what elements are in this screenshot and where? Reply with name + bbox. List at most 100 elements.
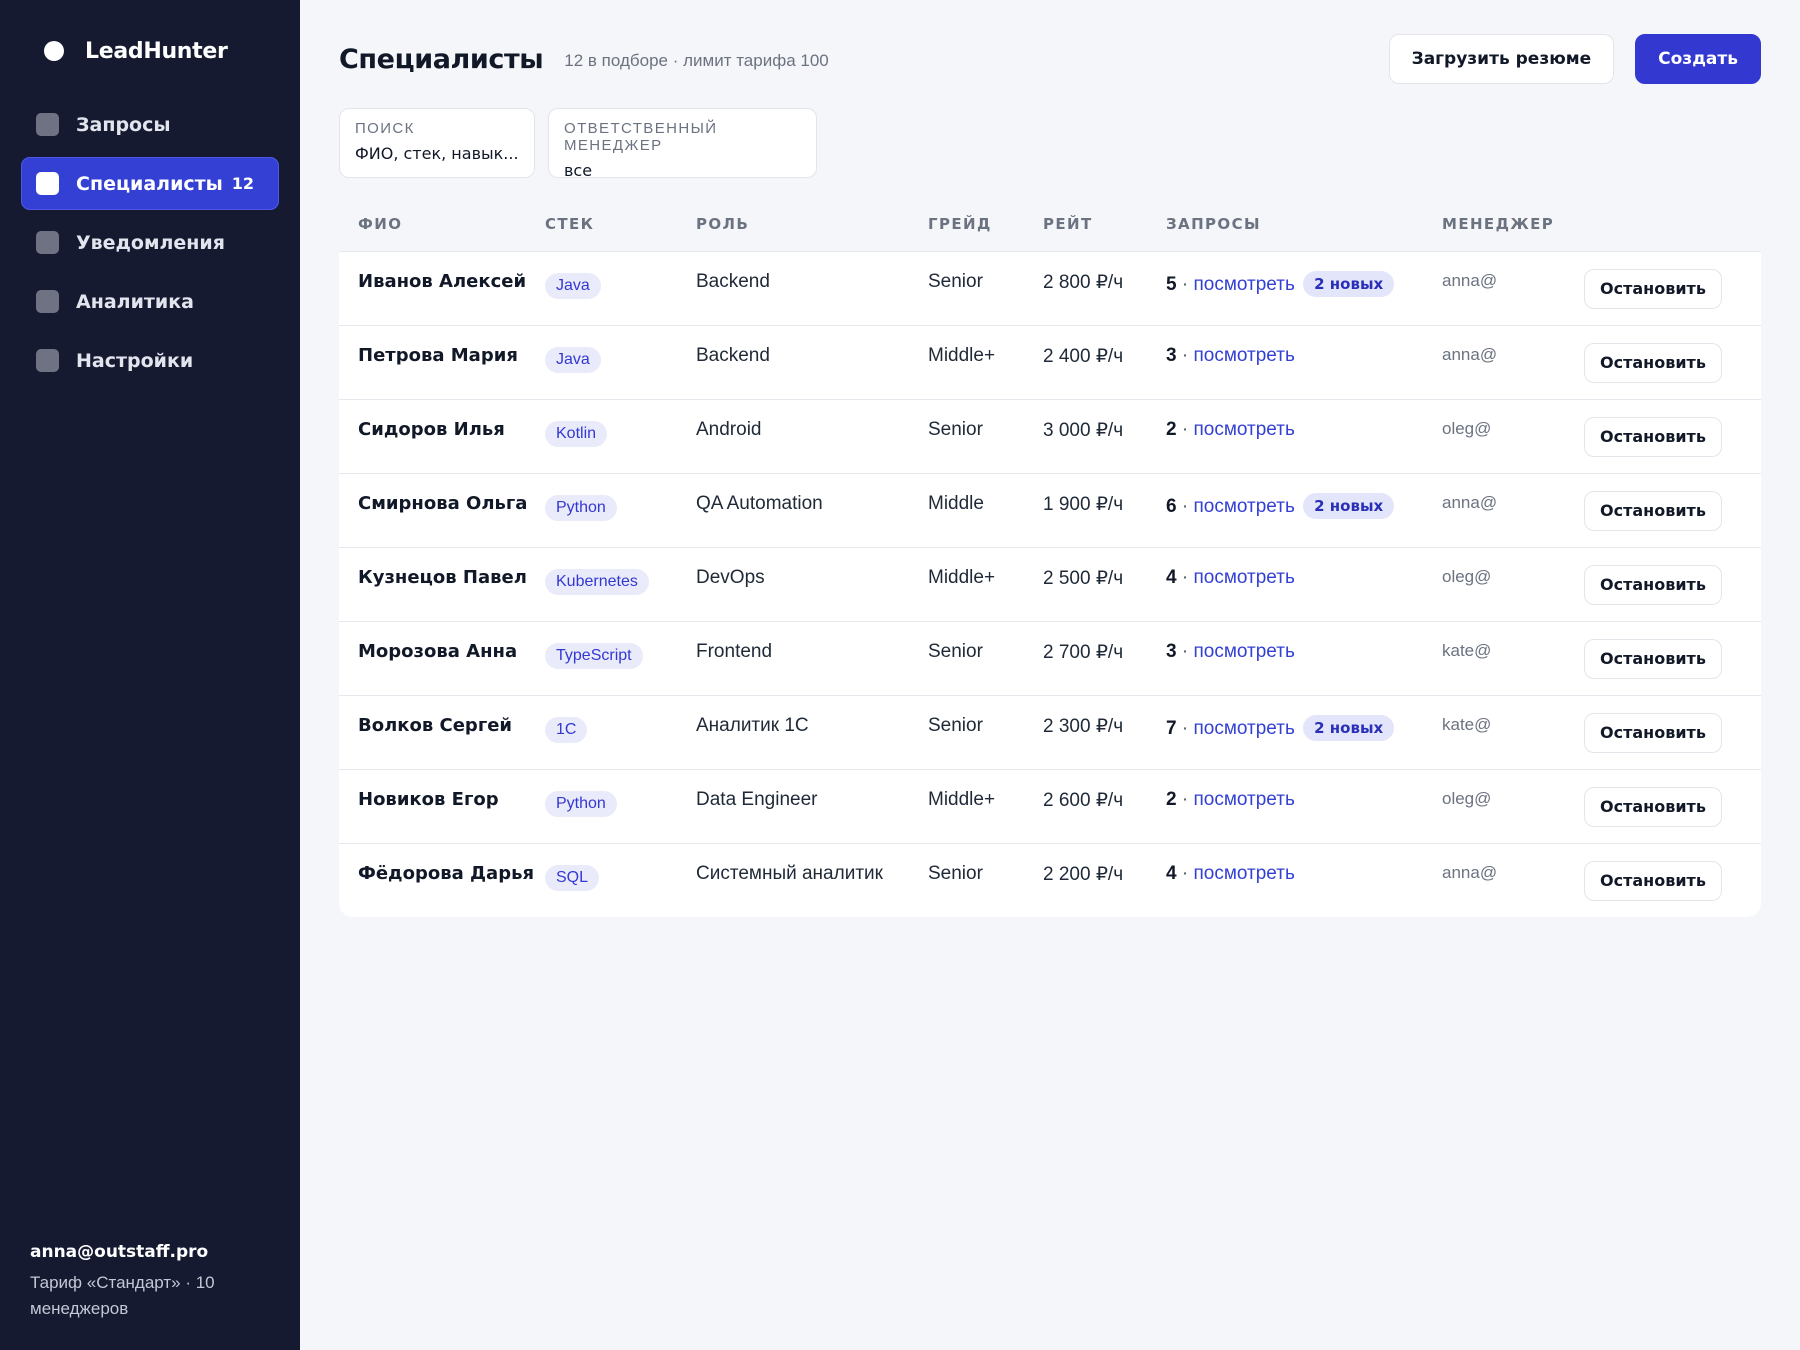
table-row[interactable]: Морозова Анна TypeScript Frontend Senior… bbox=[339, 621, 1761, 696]
view-requests-link[interactable]: посмотреть bbox=[1193, 419, 1294, 440]
user-account: anna@outstaff.pro Тариф «Стандарт» · 10 … bbox=[30, 1242, 270, 1322]
rate-cell: 2 300 ₽/ч bbox=[1043, 695, 1166, 770]
specialist-name[interactable]: Кузнецов Павел bbox=[339, 547, 545, 622]
stack-tag: Java bbox=[545, 346, 601, 373]
stop-button[interactable]: Остановить bbox=[1584, 342, 1722, 383]
stack-cell: SQL bbox=[545, 843, 696, 917]
stop-button[interactable]: Остановить bbox=[1584, 638, 1722, 679]
view-requests-link[interactable]: посмотреть bbox=[1193, 496, 1294, 517]
table-row[interactable]: Сидоров Илья Kotlin Android Senior 3 000… bbox=[339, 399, 1761, 474]
manager-filter[interactable]: Ответственный менеджер все bbox=[548, 108, 817, 180]
requests-cell: 6 · посмотреть 2 новых bbox=[1166, 473, 1442, 548]
specialist-name[interactable]: Смирнова Ольга bbox=[339, 473, 545, 548]
user-email: anna@outstaff.pro bbox=[30, 1242, 209, 1262]
stack-cell: Python bbox=[545, 473, 696, 548]
specialist-name[interactable]: Петрова Мария bbox=[339, 325, 545, 400]
stop-button[interactable]: Остановить bbox=[1584, 416, 1722, 457]
manager-cell: kate@ bbox=[1442, 695, 1584, 770]
sidebar-item-notifications[interactable]: Уведомления bbox=[21, 216, 279, 269]
stack-cell: 1С bbox=[545, 695, 696, 770]
table-row[interactable]: Фёдорова Дарья SQL Системный аналитик Se… bbox=[339, 843, 1761, 917]
page-title: Специалисты bbox=[339, 43, 544, 75]
view-requests-link[interactable]: посмотреть bbox=[1193, 641, 1294, 662]
view-requests-link[interactable]: посмотреть bbox=[1193, 789, 1294, 810]
sidebar-item-analytics[interactable]: Аналитика bbox=[21, 275, 279, 328]
new-requests-badge: 2 новых bbox=[1303, 492, 1395, 519]
grade-cell: Senior bbox=[928, 621, 1043, 696]
rate-cell: 2 700 ₽/ч bbox=[1043, 621, 1166, 696]
grade-cell: Senior bbox=[928, 251, 1043, 326]
column-header-rate[interactable]: РЕЙТ bbox=[1043, 197, 1166, 252]
stack-tag: 1С bbox=[545, 716, 588, 743]
view-requests-link[interactable]: посмотреть bbox=[1193, 345, 1294, 366]
grade-cell: Senior bbox=[928, 399, 1043, 474]
table-row[interactable]: Кузнецов Павел Kubernetes DevOps Middle+… bbox=[339, 547, 1761, 622]
stack-tag: Python bbox=[545, 494, 617, 521]
specialist-name[interactable]: Морозова Анна bbox=[339, 621, 545, 696]
sidebar-item-label: Уведомления bbox=[76, 231, 225, 254]
sidebar-item-label: Специалисты bbox=[76, 172, 223, 195]
requests-count: 7 bbox=[1166, 717, 1177, 739]
sidebar-nav: Запросы Специалисты 12 Уведомления Анали… bbox=[0, 98, 300, 387]
stack-tag: SQL bbox=[545, 864, 600, 891]
specialist-name[interactable]: Волков Сергей bbox=[339, 695, 545, 770]
view-requests-link[interactable]: посмотреть bbox=[1193, 718, 1294, 739]
sidebar-item-requests[interactable]: Запросы bbox=[21, 98, 279, 151]
specialists-table: ФИО СТЕК РОЛЬ ГРЕЙД РЕЙТ ЗАПРОСЫ МЕНЕДЖЕ… bbox=[339, 197, 1761, 917]
specialists-table-card: ФИО СТЕК РОЛЬ ГРЕЙД РЕЙТ ЗАПРОСЫ МЕНЕДЖЕ… bbox=[339, 197, 1761, 917]
rate-cell: 1 900 ₽/ч bbox=[1043, 473, 1166, 548]
column-header-stack[interactable]: СТЕК bbox=[545, 197, 696, 252]
stop-button[interactable]: Остановить bbox=[1584, 860, 1722, 901]
manager-select[interactable]: все bbox=[564, 161, 801, 180]
column-header-requests[interactable]: ЗАПРОСЫ bbox=[1166, 197, 1442, 252]
rate-cell: 2 800 ₽/ч bbox=[1043, 251, 1166, 326]
create-button[interactable]: Создать bbox=[1635, 34, 1761, 84]
search-input[interactable]: ФИО, стек, навык... bbox=[355, 144, 519, 163]
stack-tag: Python bbox=[545, 790, 617, 817]
specialist-name[interactable]: Фёдорова Дарья bbox=[339, 843, 545, 917]
manager-cell: anna@ bbox=[1442, 862, 1498, 882]
role-cell: Data Engineer bbox=[696, 769, 928, 844]
view-requests-link[interactable]: посмотреть bbox=[1193, 863, 1294, 884]
stop-button[interactable]: Остановить bbox=[1584, 268, 1722, 309]
stop-button[interactable]: Остановить bbox=[1584, 564, 1722, 605]
specialist-name[interactable]: Иванов Алексей bbox=[339, 251, 545, 326]
specialist-name[interactable]: Сидоров Илья bbox=[339, 399, 545, 474]
table-row[interactable]: Смирнова Ольга Python QA Automation Midd… bbox=[339, 473, 1761, 548]
notifications-icon bbox=[36, 231, 59, 254]
grade-cell: Middle+ bbox=[928, 547, 1043, 622]
search-field[interactable]: Поиск ФИО, стек, навык... bbox=[339, 108, 535, 178]
brand-name: LeadHunter bbox=[85, 38, 228, 64]
rate-cell: 2 600 ₽/ч bbox=[1043, 769, 1166, 844]
specialist-name[interactable]: Новиков Егор bbox=[339, 769, 545, 844]
column-header-role[interactable]: РОЛЬ bbox=[696, 197, 928, 252]
analytics-icon bbox=[36, 290, 59, 313]
sidebar-item-specialists[interactable]: Специалисты 12 bbox=[21, 157, 279, 210]
requests-cell: 4 · посмотреть bbox=[1166, 547, 1442, 622]
table-row[interactable]: Иванов Алексей Java Backend Senior 2 800… bbox=[339, 251, 1761, 326]
stop-button[interactable]: Остановить bbox=[1584, 490, 1722, 531]
logo-dot-icon bbox=[44, 41, 64, 61]
column-header-grade[interactable]: ГРЕЙД bbox=[928, 197, 1043, 252]
table-row[interactable]: Волков Сергей 1С Аналитик 1С Senior 2 30… bbox=[339, 695, 1761, 770]
sidebar-item-settings[interactable]: Настройки bbox=[21, 334, 279, 387]
column-header-name[interactable]: ФИО bbox=[339, 197, 545, 252]
manager-cell: oleg@ bbox=[1442, 547, 1584, 622]
specialists-icon bbox=[36, 172, 59, 195]
stop-button[interactable]: Остановить bbox=[1584, 712, 1722, 753]
upload-resume-button[interactable]: Загрузить резюме bbox=[1388, 34, 1615, 84]
column-header-manager[interactable]: МЕНЕДЖЕР bbox=[1442, 197, 1584, 252]
manager-cell: anna@ bbox=[1442, 325, 1584, 400]
view-requests-link[interactable]: посмотреть bbox=[1193, 567, 1294, 588]
brand-logo[interactable]: LeadHunter bbox=[0, 30, 300, 72]
page-subtitle: 12 в подборе · лимит тарифа 100 bbox=[564, 50, 829, 70]
stack-tag: Kotlin bbox=[545, 420, 608, 447]
stack-cell: Java bbox=[545, 251, 696, 326]
table-row[interactable]: Петрова Мария Java Backend Middle+ 2 400… bbox=[339, 325, 1761, 400]
table-row[interactable]: Новиков Егор Python Data Engineer Middle… bbox=[339, 769, 1761, 844]
requests-cell: 4 · посмотреть bbox=[1166, 843, 1442, 917]
view-requests-link[interactable]: посмотреть bbox=[1193, 274, 1294, 295]
requests-count: 3 bbox=[1166, 344, 1177, 366]
stop-button[interactable]: Остановить bbox=[1584, 786, 1722, 827]
sidebar-item-label: Настройки bbox=[76, 349, 194, 372]
